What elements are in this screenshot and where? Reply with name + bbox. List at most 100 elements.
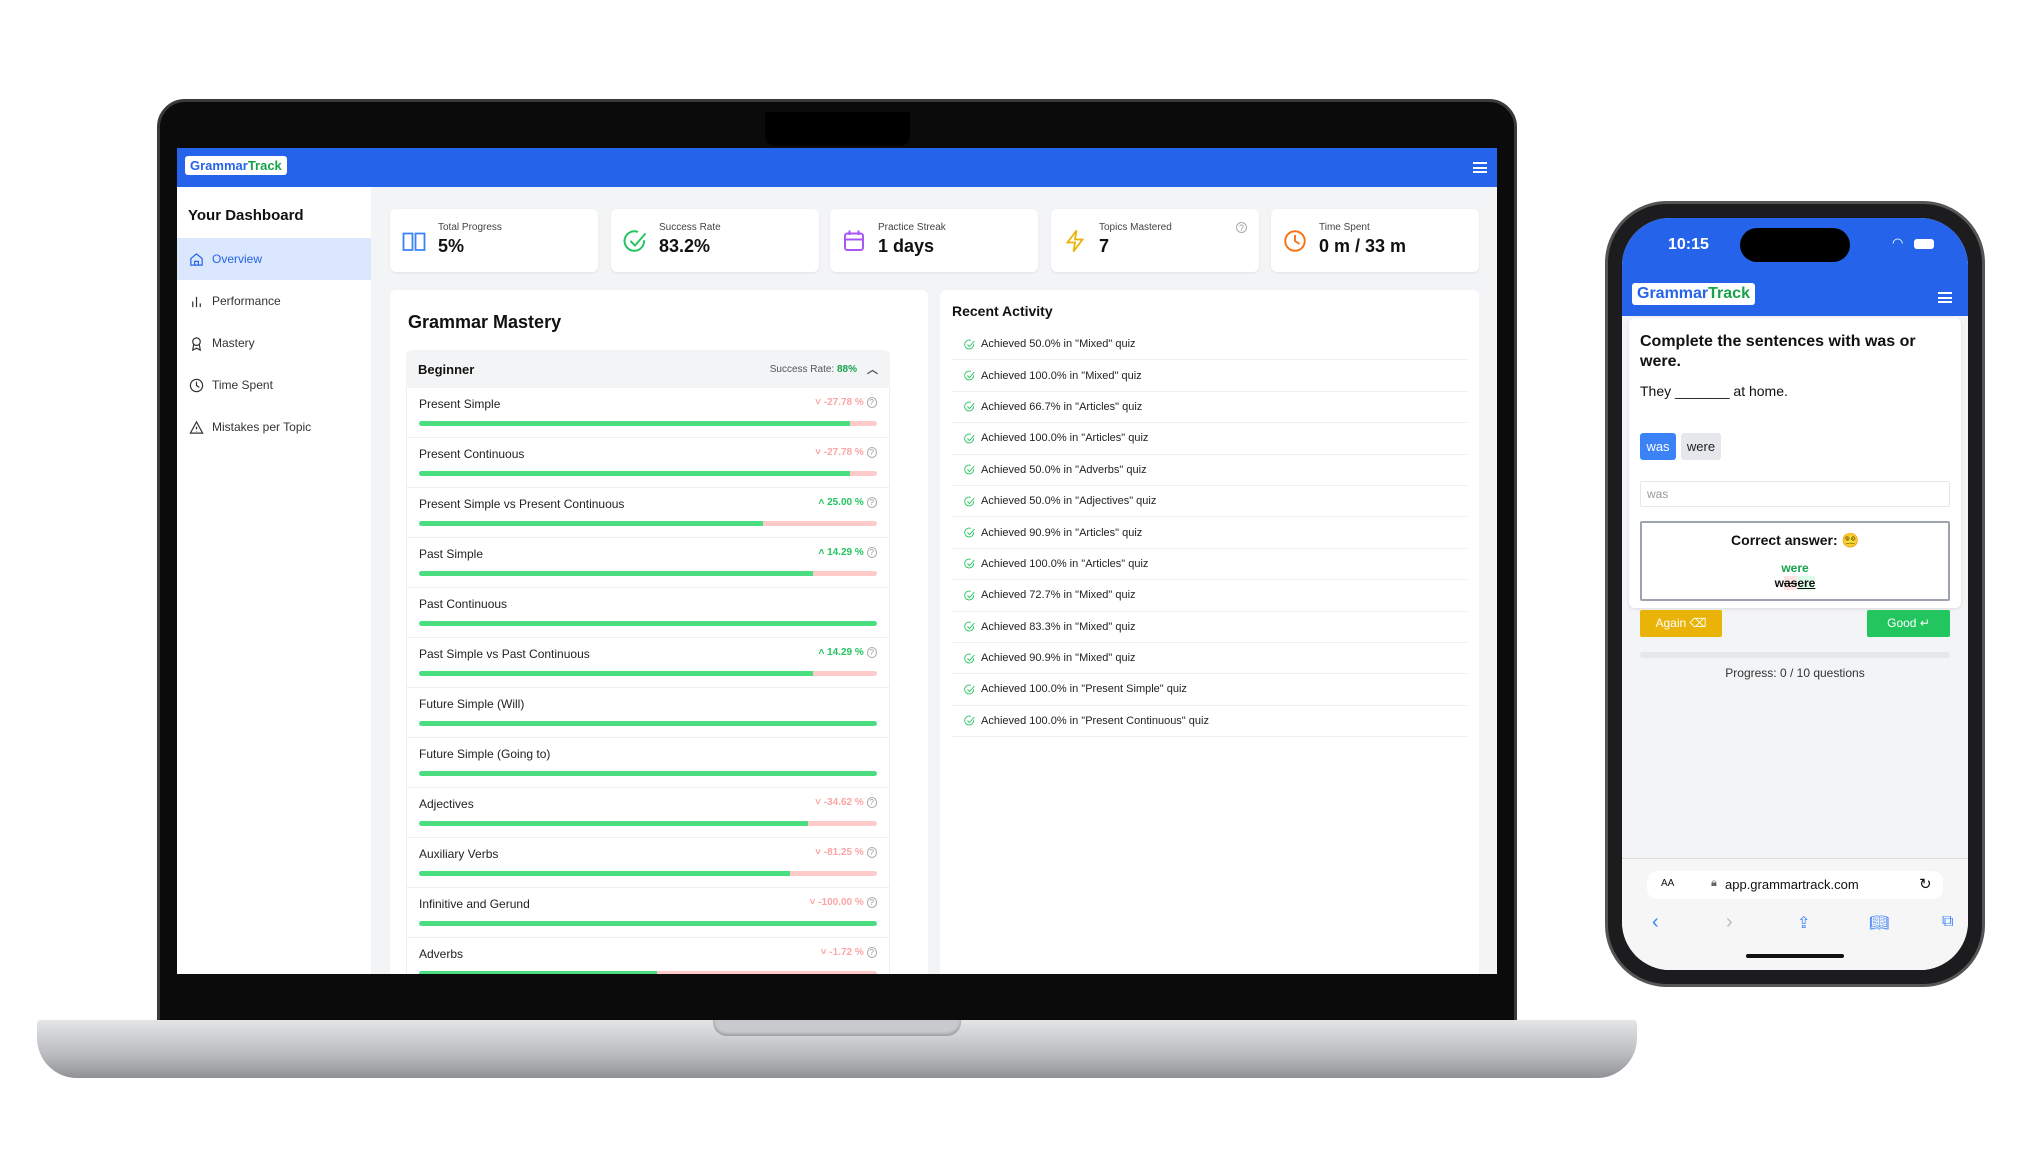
level-header-beginner[interactable]: Beginner Success Rate: 88% ︿ — [406, 350, 890, 388]
answer-input[interactable] — [1640, 481, 1950, 507]
bookmarks-icon[interactable]: 📖︎ — [1869, 913, 1889, 933]
sidebar-item-overview[interactable]: Overview — [177, 238, 371, 280]
help-icon[interactable]: ? — [866, 947, 877, 958]
activity-item: Achieved 90.9% in "Mixed" quiz — [952, 643, 1467, 675]
sidebar-item-mistakes-per-topic[interactable]: Mistakes per Topic — [177, 406, 371, 448]
topic-row[interactable]: Future Simple (Going to) — [406, 738, 890, 788]
chevron-down-icon: ˅ — [820, 947, 827, 958]
help-icon[interactable]: ? — [866, 447, 877, 458]
chevron-down-icon: ˅ — [815, 447, 821, 458]
check-circle-icon — [964, 559, 975, 569]
topic-row[interactable]: Present Simple ˅ -27.78 % ? — [406, 388, 890, 438]
tabs-icon[interactable]: ⧉ — [1942, 913, 1953, 931]
share-icon[interactable]: ⇪ — [1797, 913, 1810, 933]
sidebar-item-performance[interactable]: Performance — [177, 280, 371, 322]
topic-row[interactable]: Adverbs ˅ -1.72 % ? — [406, 938, 890, 974]
topic-row[interactable]: Infinitive and Gerund ˅ -100.00 % ? — [406, 888, 890, 938]
sidebar-item-mastery[interactable]: Mastery — [177, 322, 371, 364]
phone-screen: 10:15 ◠ GrammarTrack Complete the senten… — [1622, 218, 1968, 970]
chevron-up-icon[interactable]: ︿ — [867, 361, 878, 377]
logo-text: Grammar — [1637, 285, 1709, 302]
option-was-button[interactable]: was — [1640, 433, 1676, 460]
stat-value: 5% — [438, 236, 465, 256]
topic-row[interactable]: Adjectives ˅ -34.62 % ? — [406, 788, 890, 838]
reload-icon[interactable]: ↻ — [1919, 875, 1932, 893]
topic-progress-bar — [419, 571, 877, 576]
success-value: 88% — [836, 363, 857, 375]
back-icon[interactable]: ‹ — [1652, 911, 1659, 934]
stat-value: 1 days — [878, 236, 935, 256]
logo[interactable]: GrammarTrack — [185, 156, 287, 175]
help-icon[interactable]: ? — [1236, 222, 1247, 233]
diff-removed: as — [1783, 576, 1798, 590]
success-label: Success Rate: — [769, 363, 835, 375]
activity-text: Achieved 100.0% in "Present Continuous" … — [981, 714, 1209, 727]
recent-activity-panel: Recent Activity Achieved 50.0% in "Mixed… — [940, 290, 1479, 974]
topic-change-value: -27.78 % — [823, 397, 864, 408]
topic-name: Past Continuous — [419, 597, 508, 611]
menu-icon[interactable] — [1938, 292, 1952, 303]
again-button[interactable]: Again ⌫ — [1640, 610, 1722, 637]
activity-item: Achieved 50.0% in "Mixed" quiz — [952, 329, 1467, 361]
topic-change: ˅ -34.62 % ? — [815, 797, 877, 808]
help-icon[interactable]: ? — [866, 397, 877, 408]
url-text: app.grammartrack.com — [1725, 877, 1859, 892]
help-icon[interactable]: ? — [866, 847, 877, 858]
activity-text: Achieved 90.9% in "Articles" quiz — [981, 526, 1143, 539]
help-icon[interactable]: ? — [866, 497, 877, 508]
topic-progress-fill — [419, 871, 790, 876]
book-icon — [402, 232, 426, 251]
topic-row[interactable]: Future Simple (Will) — [406, 688, 890, 738]
help-icon[interactable]: ? — [866, 797, 877, 808]
check-circle-icon — [964, 621, 975, 632]
menu-icon[interactable] — [1473, 162, 1487, 173]
stat-value: 0 m / 33 m — [1319, 236, 1407, 256]
check-circle-icon — [623, 230, 647, 252]
topic-row[interactable]: Past Simple ˄ 14.29 % ? — [406, 538, 890, 588]
topic-progress-fill — [419, 521, 763, 526]
logo[interactable]: GrammarTrack — [1632, 283, 1755, 305]
safari-toolbar: AA 🔒︎ app.grammartrack.com ↻ ‹ › ⇪ 📖︎ ⧉ — [1622, 858, 1968, 970]
good-button[interactable]: Good ↵ — [1867, 610, 1950, 637]
topic-change-value: -1.72 % — [829, 947, 864, 958]
topic-row[interactable]: Past Simple vs Past Continuous ˄ 14.29 % … — [406, 638, 890, 688]
topic-name: Present Continuous — [419, 447, 525, 461]
topic-change-value: 14.29 % — [827, 547, 864, 558]
check-circle-icon — [964, 339, 975, 350]
text-size-button[interactable]: AA — [1661, 878, 1674, 889]
topic-progress-bar — [419, 971, 877, 974]
sidebar-item-label: Mastery — [212, 336, 255, 350]
topic-name: Past Simple — [419, 547, 484, 561]
topic-progress-fill — [419, 671, 813, 676]
topic-row[interactable]: Past Continuous — [406, 588, 890, 638]
topic-change: ˅ -1.72 % ? — [821, 947, 877, 958]
check-circle-icon — [964, 684, 975, 695]
calendar-icon — [844, 230, 864, 251]
topic-change: ˄ 25.00 % ? — [818, 497, 877, 508]
help-icon[interactable]: ? — [866, 897, 877, 908]
forward-icon[interactable]: › — [1726, 911, 1733, 934]
stat-card-practice-streak: Practice Streak 1 days — [830, 209, 1038, 272]
lightning-icon — [1065, 229, 1085, 253]
sidebar-item-time-spent[interactable]: Time Spent — [177, 364, 371, 406]
laptop-lid-groove — [713, 1020, 961, 1036]
help-icon[interactable]: ? — [866, 547, 877, 558]
stat-card-success-rate: Success Rate 83.2% — [611, 209, 819, 272]
option-were-button[interactable]: were — [1681, 433, 1721, 460]
lock-icon: 🔒︎ — [1711, 877, 1717, 889]
feedback-box: Correct answer: 😵‍💫 were wasere — [1640, 521, 1950, 601]
chevron-up-icon: ˄ — [818, 497, 825, 508]
topic-row[interactable]: Auxiliary Verbs ˅ -81.25 % ? — [406, 838, 890, 888]
topic-row[interactable]: Present Continuous ˅ -27.78 % ? — [406, 438, 890, 488]
topic-name: Auxiliary Verbs — [419, 847, 499, 861]
answer-diff: wasere — [1642, 576, 1948, 590]
activity-text: Achieved 100.0% in "Mixed" quiz — [981, 369, 1142, 382]
address-bar[interactable]: AA 🔒︎ app.grammartrack.com ↻ — [1647, 871, 1943, 899]
clock-icon — [189, 378, 204, 392]
help-icon[interactable]: ? — [866, 647, 877, 658]
topic-progress-bar — [419, 921, 877, 926]
diff-common: w — [1774, 576, 1784, 590]
sidebar-item-label: Time Spent — [212, 378, 273, 392]
topic-row[interactable]: Present Simple vs Present Continuous ˄ 25… — [406, 488, 890, 538]
stat-label: Practice Streak — [878, 222, 946, 233]
